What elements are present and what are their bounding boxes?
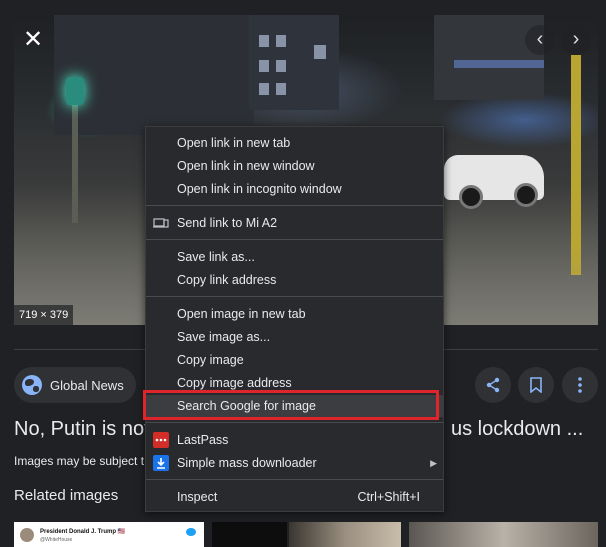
avatar [20, 528, 34, 542]
car-wheel [459, 185, 483, 209]
menu-item-label: Open link in new tab [177, 136, 291, 150]
menu-copy-image[interactable]: Copy image [146, 349, 443, 371]
lastpass-icon [153, 432, 169, 448]
menu-item-label: Open link in new window [177, 159, 315, 173]
chevron-left-icon[interactable]: ‹ [525, 25, 555, 55]
window [259, 60, 269, 72]
menu-item-label: LastPass [177, 433, 229, 447]
tweet-author: President Donald J. Trump 🇺🇸 [40, 529, 126, 535]
highlight-box [143, 390, 439, 420]
result-title[interactable]: No, Putin is not [14, 418, 150, 441]
menu-save-image-as[interactable]: Save image as... [146, 326, 443, 348]
copyright-notice: Images may be subject t [14, 454, 145, 468]
car-wheel [514, 183, 538, 207]
share-icon[interactable] [475, 367, 511, 403]
devices-icon [153, 215, 169, 231]
menu-item-label: Save link as... [177, 250, 255, 264]
menu-separator [146, 205, 443, 206]
related-thumb[interactable] [289, 522, 401, 547]
street-pole [571, 55, 581, 275]
menu-save-link-as[interactable]: Save link as... [146, 246, 443, 268]
menu-item-label: Simple mass downloader [177, 456, 317, 470]
menu-item-label: Copy link address [177, 273, 277, 287]
window [276, 83, 286, 95]
menu-separator [146, 422, 443, 423]
menu-shortcut: Ctrl+Shift+I [357, 490, 420, 504]
menu-separator [146, 239, 443, 240]
window [276, 35, 286, 47]
menu-copy-link-address[interactable]: Copy link address [146, 269, 443, 291]
source-chip[interactable]: Global News [14, 367, 136, 403]
menu-item-label: Copy image [177, 353, 244, 367]
menu-item-label: Open link in incognito window [177, 182, 342, 196]
twitter-bird-icon [186, 528, 196, 536]
related-thumb[interactable] [212, 522, 287, 547]
menu-item-label: Inspect [177, 490, 218, 504]
traffic-light [66, 77, 84, 105]
menu-separator [146, 479, 443, 480]
close-icon[interactable]: ✕ [20, 27, 46, 53]
context-menu: Open link in new tab Open link in new wi… [145, 126, 444, 512]
menu-open-link-incognito[interactable]: Open link in incognito window [146, 178, 443, 200]
chevron-right-icon[interactable]: › [561, 25, 591, 55]
globe-icon [22, 375, 42, 395]
window [314, 45, 326, 59]
window [259, 35, 269, 47]
building [434, 15, 544, 100]
more-vert-icon[interactable] [562, 367, 598, 403]
menu-item-label: Send link to Mi A2 [177, 216, 278, 230]
related-thumb-tweet[interactable]: President Donald J. Trump 🇺🇸 @WhiteHouse [14, 522, 204, 547]
related-images-heading: Related images [14, 487, 119, 504]
window [259, 83, 269, 95]
tweet-handle: @WhiteHouse [40, 537, 73, 543]
menu-inspect[interactable]: Inspect Ctrl+Shift+I [146, 486, 443, 508]
building [54, 15, 254, 135]
menu-lastpass[interactable]: LastPass [146, 429, 443, 451]
result-title-tail[interactable]: us lockdown ... [451, 418, 583, 441]
submenu-arrow-icon: ▶ [430, 458, 437, 468]
related-thumb[interactable] [409, 522, 598, 547]
menu-open-image-new-tab[interactable]: Open image in new tab [146, 303, 443, 325]
menu-item-label: Save image as... [177, 330, 271, 344]
image-dimensions: 719 × 379 [14, 305, 74, 325]
menu-separator [146, 296, 443, 297]
download-icon [153, 455, 169, 471]
menu-send-link-to-device[interactable]: Send link to Mi A2 [146, 212, 443, 234]
menu-item-label: Open image in new tab [177, 307, 306, 321]
window [276, 60, 286, 72]
source-label: Global News [50, 377, 124, 393]
menu-simple-mass-downloader[interactable]: Simple mass downloader ▶ [146, 452, 443, 474]
menu-open-link-new-window[interactable]: Open link in new window [146, 155, 443, 177]
menu-open-link-new-tab[interactable]: Open link in new tab [146, 132, 443, 154]
shop-sign [454, 60, 544, 68]
bookmark-icon[interactable] [518, 367, 554, 403]
